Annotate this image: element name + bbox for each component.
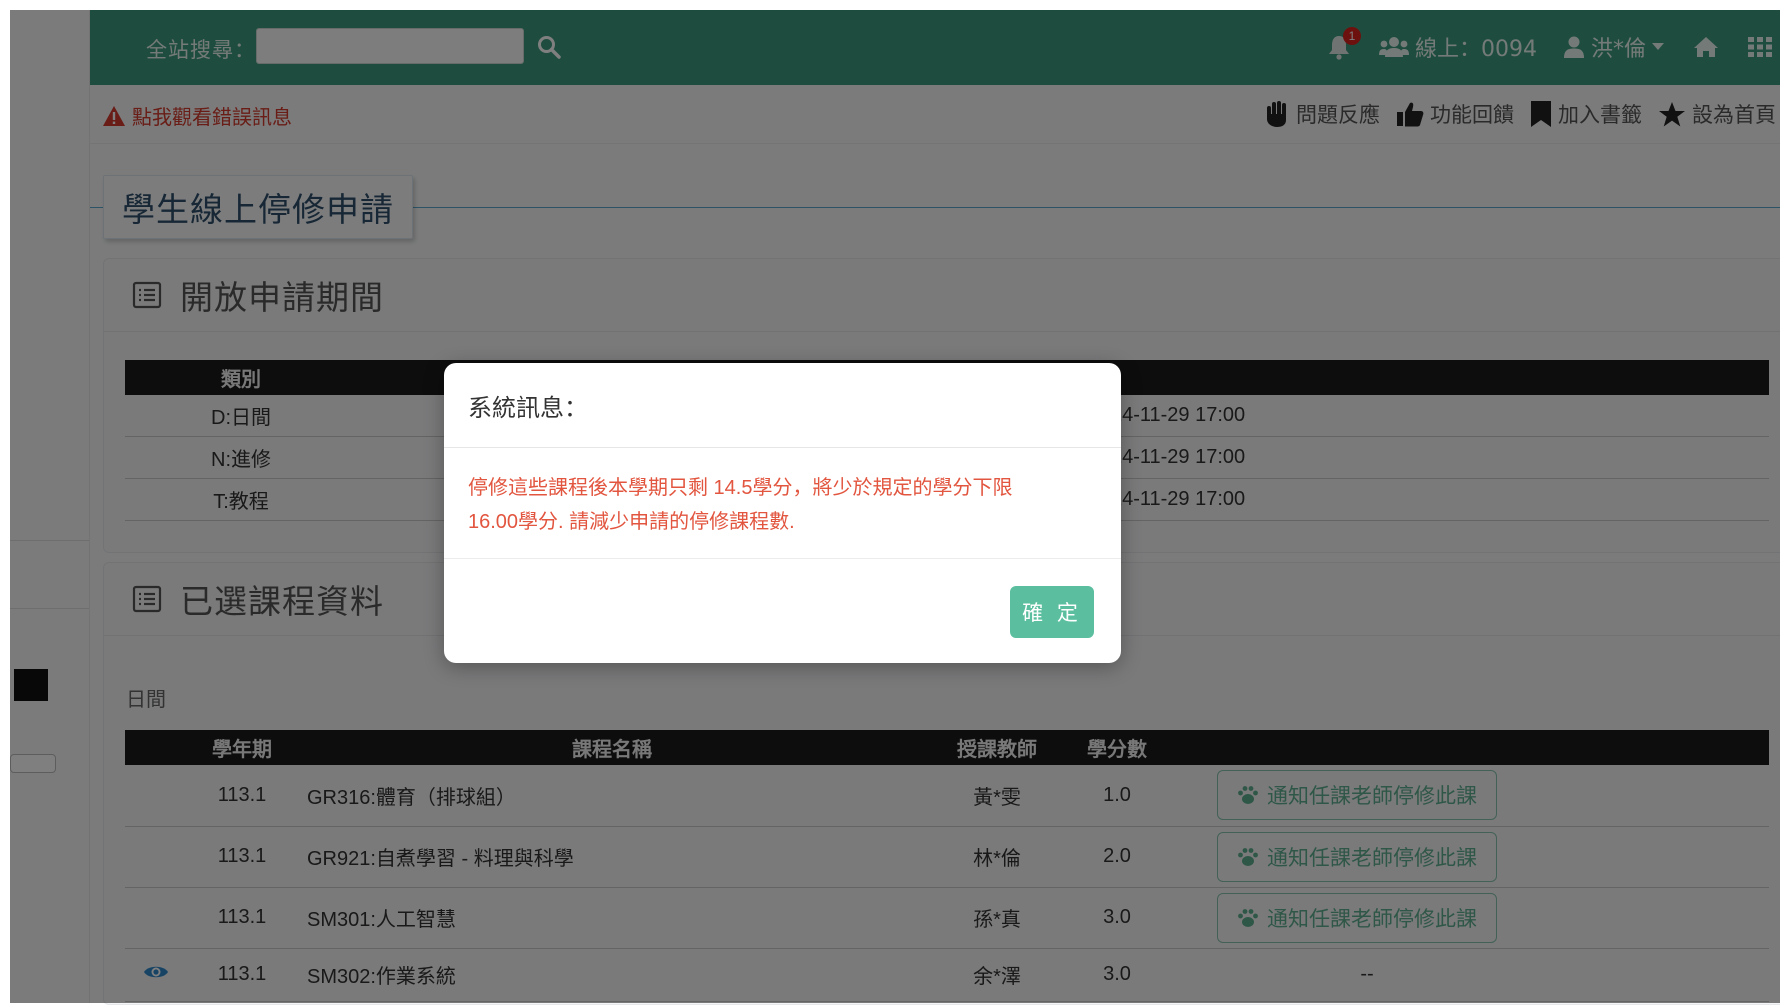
dialog-footer: 確 定 [444, 558, 1121, 664]
dialog-message: 停修這些課程後本學期只剩 14.5學分，將少於規定的學分下限 16.00學分. … [468, 471, 1091, 539]
window-edge-top [0, 0, 1780, 10]
system-message-dialog: 系統訊息： 停修這些課程後本學期只剩 14.5學分，將少於規定的學分下限 16.… [444, 363, 1121, 663]
dialog-message-line: 16.00學分. 請減少申請的停修課程數. [468, 511, 795, 533]
dialog-message-line: 停修這些課程後本學期只剩 14.5學分，將少於規定的學分下限 [468, 477, 1013, 499]
window-edge-left [0, 0, 10, 1003]
ok-button[interactable]: 確 定 [1010, 586, 1094, 638]
dialog-title: 系統訊息： [444, 363, 1121, 448]
